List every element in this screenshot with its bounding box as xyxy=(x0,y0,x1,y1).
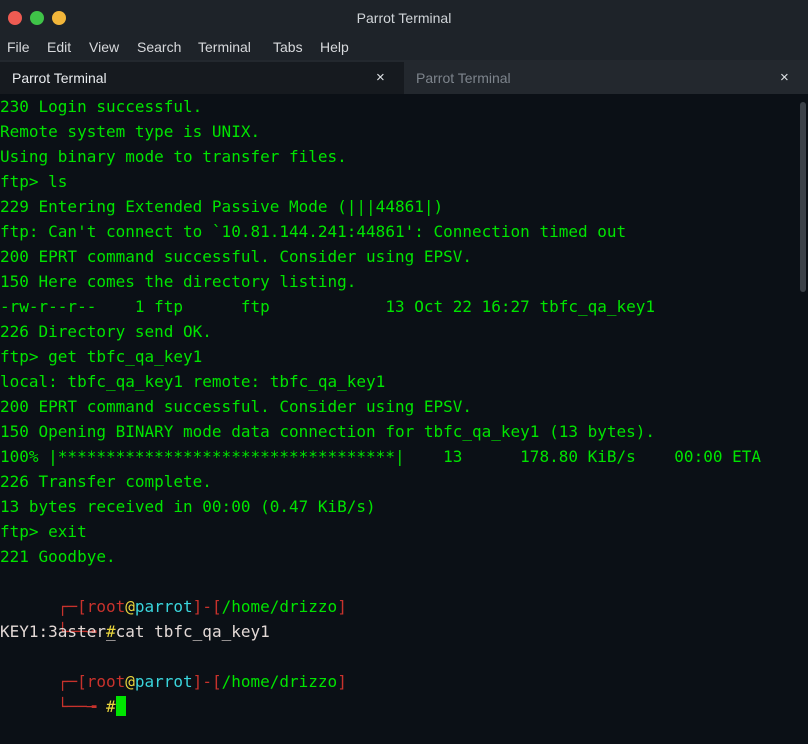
menu-file[interactable]: File xyxy=(7,39,30,55)
text-cursor xyxy=(115,696,126,716)
terminal-line: 200 EPRT command successful. Consider us… xyxy=(0,397,473,416)
terminal-output[interactable]: 230 Login successful. Remote system type… xyxy=(0,94,798,716)
terminal-line: 229 Entering Extended Passive Mode (|||4… xyxy=(0,197,444,216)
tab-parrot-terminal-active[interactable]: Parrot Terminal × xyxy=(0,62,404,94)
terminal-line: 13 bytes received in 00:00 (0.47 KiB/s) xyxy=(0,497,376,516)
prompt-bracket: ] xyxy=(337,672,347,691)
tab-bar: Parrot Terminal × Parrot Terminal × xyxy=(0,60,808,94)
shell-command: cat tbfc_qa_key1 xyxy=(115,622,270,641)
terminal-line: Using binary mode to transfer files. xyxy=(0,147,347,166)
terminal-line: -rw-r--r-- 1 ftp ftp 13 Oct 22 16:27 tbf… xyxy=(0,297,656,316)
prompt-arrow-icon: └──╼ xyxy=(57,697,106,716)
prompt-host: parrot xyxy=(134,672,193,691)
command-output: KEY1:3aster_ xyxy=(0,622,116,641)
title-bar: Parrot Terminal xyxy=(0,0,808,36)
menu-help[interactable]: Help xyxy=(320,39,349,55)
terminal-line: ftp> ls xyxy=(0,172,68,191)
scrollbar[interactable] xyxy=(798,94,808,697)
terminal-line: 226 Transfer complete. xyxy=(0,472,212,491)
terminal-line: 150 Here comes the directory listing. xyxy=(0,272,357,291)
prompt-bracket: ] xyxy=(192,672,203,691)
terminal-line: ftp> get tbfc_qa_key1 xyxy=(0,347,203,366)
prompt-path: /home/drizzo xyxy=(221,672,338,691)
menu-bar: File Edit View Search Terminal Tabs Help xyxy=(0,36,808,60)
terminal-line: ftp: Can't connect to `10.81.144.241:448… xyxy=(0,222,627,241)
shell-prompt-line: ┌─[root@parrot]-[/home/drizzo] xyxy=(0,644,347,691)
terminal-line: 100% |**********************************… xyxy=(0,447,761,466)
tab-label: Parrot Terminal xyxy=(12,70,107,86)
close-tab-icon[interactable]: × xyxy=(376,69,385,86)
terminal-line: Remote system type is UNIX. xyxy=(0,122,261,141)
shell-prompt-line: ┌─[root@parrot]-[/home/drizzo] xyxy=(0,569,347,616)
close-tab-icon[interactable]: × xyxy=(780,69,789,86)
tab-label: Parrot Terminal xyxy=(416,70,511,86)
scrollbar-thumb[interactable] xyxy=(800,102,806,292)
menu-search[interactable]: Search xyxy=(137,39,181,55)
terminal-line: ftp> exit xyxy=(0,522,87,541)
menu-terminal[interactable]: Terminal xyxy=(198,39,251,55)
menu-view[interactable]: View xyxy=(89,39,119,55)
prompt-at: @ xyxy=(125,672,135,691)
terminal-line: 200 EPRT command successful. Consider us… xyxy=(0,247,473,266)
terminal-line: 226 Directory send OK. xyxy=(0,322,212,341)
menu-tabs[interactable]: Tabs xyxy=(273,39,303,55)
terminal-window: Parrot Terminal File Edit View Search Te… xyxy=(0,0,808,716)
prompt-bracket: [ xyxy=(211,672,222,691)
shell-command-line: └──╼ #cat tbfc_qa_key1 xyxy=(0,594,270,641)
shell-command-line[interactable]: └──╼ # xyxy=(0,669,126,716)
terminal-line: local: tbfc_qa_key1 remote: tbfc_qa_key1 xyxy=(0,372,386,391)
prompt-bracket: ] xyxy=(337,597,347,616)
tab-parrot-terminal-inactive[interactable]: Parrot Terminal × xyxy=(404,62,808,94)
prompt-dash: - xyxy=(202,672,212,691)
prompt-hash: # xyxy=(105,697,116,716)
menu-edit[interactable]: Edit xyxy=(47,39,71,55)
window-title: Parrot Terminal xyxy=(356,10,452,26)
terminal-line: 150 Opening BINARY mode data connection … xyxy=(0,422,656,441)
terminal-line: 230 Login successful. xyxy=(0,97,203,116)
terminal-line: 221 Goodbye. xyxy=(0,547,116,566)
